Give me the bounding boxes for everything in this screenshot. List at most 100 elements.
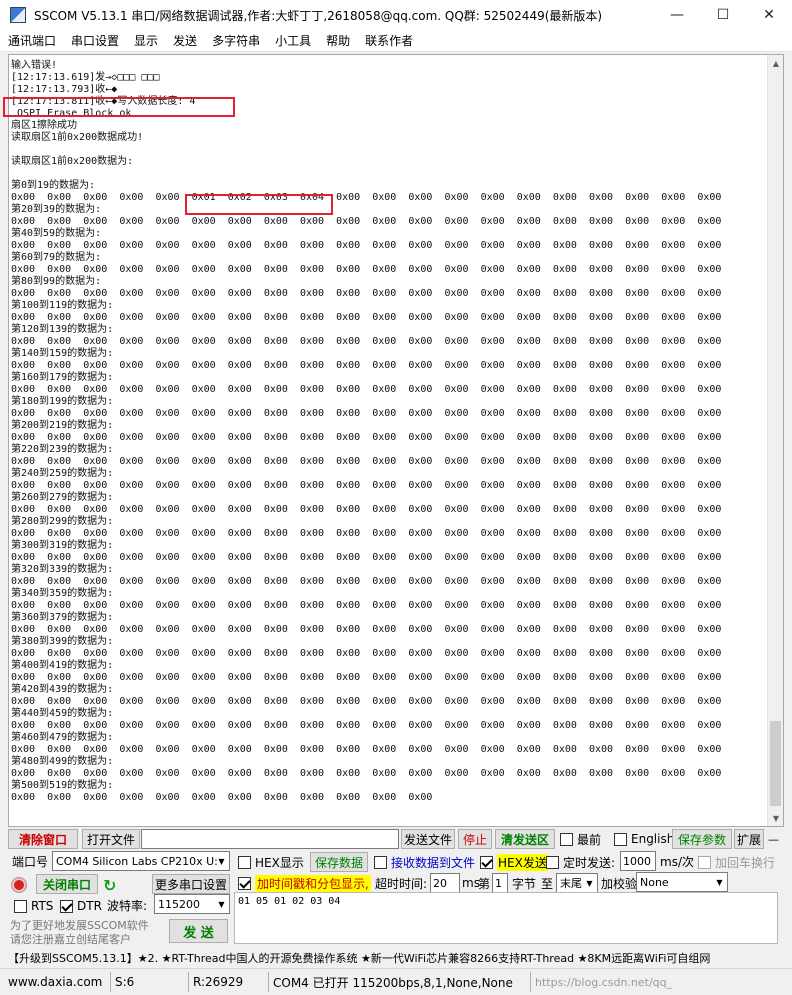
clear-window-button[interactable]: 清除窗口 xyxy=(8,829,78,849)
menu-serial-settings[interactable]: 串口设置 xyxy=(64,32,126,49)
add-crlf-checkbox[interactable]: 加回车换行 xyxy=(698,853,775,871)
hex-display-checkbox-box[interactable] xyxy=(238,855,251,869)
end-select[interactable]: 末尾 ▼ xyxy=(556,873,598,893)
menu-help[interactable]: 帮助 xyxy=(319,32,357,49)
status-port-info: COM4 已打开 115200bps,8,1,None,None xyxy=(268,972,530,992)
terminal-line: 第0到19的数据为: xyxy=(11,180,96,191)
topmost-checkbox[interactable]: 最前 xyxy=(560,830,601,848)
baud-select[interactable]: 115200 ▼ xyxy=(154,894,230,914)
menu-tools[interactable]: 小工具 xyxy=(268,32,318,49)
scroll-up-icon[interactable]: ▲ xyxy=(768,55,783,71)
terminal-line: 扇区1擦除成功 xyxy=(11,120,78,131)
terminal-data-row: 0x00 0x00 0x00 0x00 0x00 0x00 0x00 0x00 … xyxy=(11,744,722,755)
receive-terminal[interactable]: 输入错误! [12:17:13.619]发→◇□□□ □□□ [12:17:13.7… xyxy=(8,54,784,827)
dtr-checkbox-box[interactable] xyxy=(60,899,73,913)
terminal-data-row: 0x00 0x00 0x00 0x00 0x00 0x00 0x00 0x00 … xyxy=(11,264,722,275)
timed-send-checkbox[interactable]: 定时发送: xyxy=(546,853,615,871)
terminal-data-row: 0x00 0x00 0x00 0x00 0x00 0x00 0x00 0x00 … xyxy=(11,408,722,419)
rts-checkbox-box[interactable] xyxy=(14,899,27,913)
more-serial-settings-button[interactable]: 更多串口设置 xyxy=(152,874,230,894)
rts-label: RTS xyxy=(31,899,54,913)
english-checkbox-box[interactable] xyxy=(614,832,627,846)
end-dropdown-icon[interactable]: ▼ xyxy=(582,874,597,892)
save-data-button[interactable]: 保存数据 xyxy=(310,852,368,872)
baud-dropdown-icon[interactable]: ▼ xyxy=(214,895,229,913)
checksum-value: None xyxy=(640,875,669,889)
nth-byte-input[interactable]: 1 xyxy=(492,873,508,893)
timed-send-label: 定时发送: xyxy=(563,855,616,870)
clear-send-button[interactable]: 清发送区 xyxy=(495,829,555,849)
maximize-button[interactable]: ☐ xyxy=(700,0,746,30)
promo-line-2[interactable]: 请您注册嘉立创结尾客户 xyxy=(10,932,131,946)
menu-comm-port[interactable]: 通讯端口 xyxy=(1,32,63,49)
terminal-row-header: 第300到319的数据为: xyxy=(11,540,114,551)
byte-label: 字节 xyxy=(512,876,537,891)
port-label: 端口号 xyxy=(12,854,49,869)
terminal-line: 读取扇区1前0x200数据成功! xyxy=(11,132,144,143)
refresh-icon[interactable]: ↻ xyxy=(103,875,116,895)
port-select[interactable]: COM4 Silicon Labs CP210x U: ▼ xyxy=(52,851,230,871)
terminal-row-header: 第480到499的数据为: xyxy=(11,756,114,767)
terminal-text: 输入错误! [12:17:13.619]发→◇□□□ □□□ [12:17:13.7… xyxy=(11,60,763,804)
close-port-button[interactable]: 关闭串口 xyxy=(36,874,98,894)
terminal-data-row: 0x00 0x00 0x00 0x00 0x00 0x00 0x00 0x00 … xyxy=(11,720,722,731)
open-file-button[interactable]: 打开文件 xyxy=(82,829,140,849)
recv-to-file-checkbox[interactable]: 接收数据到文件 xyxy=(374,853,475,871)
terminal-data-row: 0x00 0x00 0x00 0x00 0x00 0x00 0x00 0x00 … xyxy=(11,576,722,587)
timestamp-checkbox[interactable]: 加时间戳和分包显示, xyxy=(238,874,371,892)
send-file-button[interactable]: 发送文件 xyxy=(401,829,455,849)
terminal-data-row: 0x00 0x00 0x00 0x00 0x00 0x00 0x00 0x00 … xyxy=(11,312,722,323)
ticker-content: 【升级到SSCOM5.13.1】★2. ★RT-Thread中国人的开源免费操作… xyxy=(8,952,711,965)
hex-send-checkbox[interactable]: HEX发送 xyxy=(480,853,548,871)
highlight-write-length xyxy=(3,97,235,117)
terminal-line: 输入错误! xyxy=(11,60,58,71)
save-params-button[interactable]: 保存参数 xyxy=(672,829,732,849)
collapse-dash[interactable]: — xyxy=(768,829,779,849)
topmost-label: 最前 xyxy=(577,832,602,847)
checksum-dropdown-icon[interactable]: ▼ xyxy=(712,873,727,891)
scrollbar-thumb[interactable] xyxy=(770,721,781,806)
port-dropdown-icon[interactable]: ▼ xyxy=(214,852,229,870)
file-path-input[interactable] xyxy=(141,829,399,849)
hex-send-checkbox-box[interactable] xyxy=(480,855,493,869)
checksum-select[interactable]: None ▼ xyxy=(636,872,728,892)
minimize-button[interactable]: — xyxy=(654,0,700,30)
menu-send[interactable]: 发送 xyxy=(166,32,204,49)
expand-button[interactable]: 扩展 xyxy=(734,829,764,849)
promo-line-1[interactable]: 为了更好地发展SSCOM软件 xyxy=(10,918,149,932)
to-label: 至 xyxy=(541,876,554,891)
menu-contact-author[interactable]: 联系作者 xyxy=(358,32,420,49)
menu-display[interactable]: 显示 xyxy=(127,32,165,49)
timed-send-checkbox-box[interactable] xyxy=(546,855,559,869)
rts-checkbox[interactable]: RTS xyxy=(14,897,53,915)
send-text: 01 05 01 02 03 04 xyxy=(238,896,341,907)
scroll-down-icon[interactable]: ▼ xyxy=(768,810,783,826)
hex-display-checkbox[interactable]: HEX显示 xyxy=(238,853,304,871)
menu-multi-string[interactable]: 多字符串 xyxy=(205,32,267,49)
recv-to-file-checkbox-box[interactable] xyxy=(374,855,387,869)
topmost-checkbox-box[interactable] xyxy=(560,832,573,846)
send-button[interactable]: 发 送 xyxy=(169,919,228,943)
nth-label: 第 xyxy=(478,876,491,891)
hex-display-label: HEX显示 xyxy=(255,855,304,870)
timeout-input[interactable]: 20 xyxy=(430,873,460,893)
terminal-data-row: 0x00 0x00 0x00 0x00 0x00 0x00 0x00 0x00 … xyxy=(11,768,722,779)
terminal-row-header: 第260到279的数据为: xyxy=(11,492,114,503)
status-website[interactable]: www.daxia.com xyxy=(0,972,110,992)
timestamp-checkbox-box[interactable] xyxy=(238,876,251,890)
title-bar: SSCOM V5.13.1 串口/网络数据调试器,作者:大虾丁丁,2618058… xyxy=(0,0,792,30)
close-button[interactable]: ✕ xyxy=(746,0,792,30)
add-crlf-checkbox-box[interactable] xyxy=(698,855,711,869)
terminal-row-header: 第360到379的数据为: xyxy=(11,612,114,623)
sscom-window: SSCOM V5.13.1 串口/网络数据调试器,作者:大虾丁丁,2618058… xyxy=(0,0,792,995)
terminal-scrollbar[interactable]: ▲ ▼ xyxy=(767,55,783,826)
dtr-checkbox[interactable]: DTR xyxy=(60,897,102,915)
send-text-area[interactable]: 01 05 01 02 03 04 xyxy=(234,892,778,944)
ticker-text[interactable]: 【升级到SSCOM5.13.1】★2. ★RT-Thread中国人的开源免费操作… xyxy=(8,948,784,968)
baud-value: 115200 xyxy=(158,897,200,911)
terminal-line: 读取扇区1前0x200数据为: xyxy=(11,156,134,167)
interval-input[interactable]: 1000 xyxy=(620,851,656,871)
english-checkbox[interactable]: English xyxy=(614,830,674,848)
stop-button[interactable]: 停止 xyxy=(458,829,492,849)
window-title: SSCOM V5.13.1 串口/网络数据调试器,作者:大虾丁丁,2618058… xyxy=(34,8,603,23)
